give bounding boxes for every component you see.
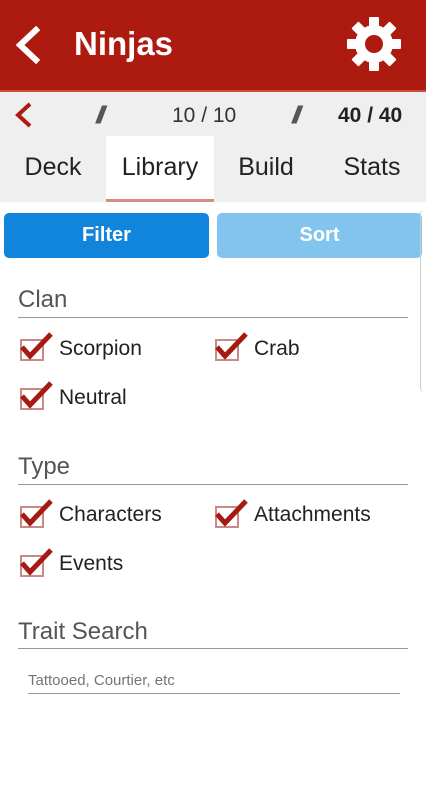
checkbox-label-events: Events	[59, 552, 124, 575]
checkmark-icon	[20, 548, 53, 576]
deck-total-count: 40 / 40	[338, 104, 403, 127]
type-section-title: Type	[18, 453, 71, 480]
checkmark-icon	[20, 332, 53, 360]
chevron-left-icon	[15, 102, 32, 128]
checkbox-label-crab: Crab	[254, 337, 300, 360]
separator-icon: //	[96, 102, 106, 129]
separator-icon: //	[292, 102, 302, 129]
scrollbar[interactable]	[420, 210, 426, 392]
card-count: 10 / 10	[172, 104, 237, 127]
checkbox-label-characters: Characters	[59, 503, 162, 526]
sort-button[interactable]: Sort	[217, 213, 422, 258]
checkbox-characters[interactable]	[18, 499, 53, 530]
checkbox-crab[interactable]	[213, 332, 248, 363]
tab-stats[interactable]: Stats	[318, 136, 426, 202]
divider	[18, 317, 408, 318]
tab-bar: Deck Library Build Stats	[0, 136, 426, 202]
checkmark-icon	[20, 381, 53, 409]
counter-back-button[interactable]	[12, 100, 36, 130]
page-title: Ninjas	[74, 25, 174, 62]
app-bar: Ninjas	[0, 0, 426, 90]
checkbox-scorpion[interactable]	[18, 332, 53, 363]
tab-library[interactable]: Library	[106, 136, 214, 202]
input-underline	[28, 693, 400, 694]
checkbox-neutral[interactable]	[18, 381, 53, 412]
gear-icon	[347, 17, 401, 71]
checkbox-attachments[interactable]	[213, 499, 248, 530]
back-arrow-icon	[15, 25, 41, 65]
trait-search-title: Trait Search	[18, 618, 148, 645]
checkmark-icon	[215, 332, 248, 360]
clan-section-title: Clan	[18, 286, 68, 313]
deck-counter-bar: // 10 / 10 // 40 / 40	[0, 90, 426, 138]
checkbox-events[interactable]	[18, 548, 53, 579]
settings-button[interactable]	[346, 16, 402, 72]
divider	[18, 484, 408, 485]
divider	[18, 648, 408, 649]
checkmark-icon	[215, 499, 248, 527]
tab-build[interactable]: Build	[214, 136, 318, 202]
checkbox-label-attachments: Attachments	[254, 503, 371, 526]
tab-deck[interactable]: Deck	[0, 136, 106, 202]
filter-button[interactable]: Filter	[4, 213, 209, 258]
checkbox-label-neutral: Neutral	[59, 386, 127, 409]
back-button[interactable]	[12, 25, 46, 65]
checkbox-label-scorpion: Scorpion	[59, 337, 142, 360]
checkmark-icon	[20, 499, 53, 527]
trait-search-input[interactable]	[28, 667, 398, 693]
